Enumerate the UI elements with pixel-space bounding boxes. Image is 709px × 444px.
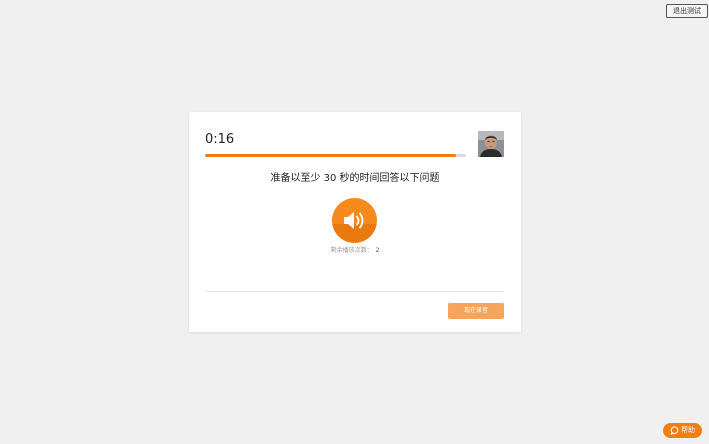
question-card: 0:16 准备以至少 30 秒的时间回答以下问题 剩余播放次数： 2 现在录音 [189, 112, 521, 332]
play-audio-button[interactable] [332, 198, 377, 243]
countdown-timer: 0:16 [205, 132, 235, 147]
user-avatar-icon [478, 131, 504, 157]
plays-remaining-count: 2 [375, 247, 380, 254]
record-now-button[interactable]: 现在录音 [448, 303, 504, 319]
help-button[interactable]: 帮助 [663, 423, 702, 438]
card-divider [205, 291, 504, 292]
exit-test-button[interactable]: 退出测试 [666, 4, 708, 18]
plays-remaining: 剩余播放次数： 2 [189, 247, 521, 255]
plays-remaining-label: 剩余播放次数： [330, 247, 373, 254]
countdown-progress-bar [205, 154, 466, 157]
help-label: 帮助 [681, 426, 695, 434]
webcam-preview-avatar [478, 131, 504, 157]
speaker-volume-icon [344, 212, 364, 229]
chat-bubble-icon [670, 426, 679, 435]
question-prompt: 准备以至少 30 秒的时间回答以下问题 [270, 173, 440, 184]
countdown-progress-fill [205, 154, 456, 157]
